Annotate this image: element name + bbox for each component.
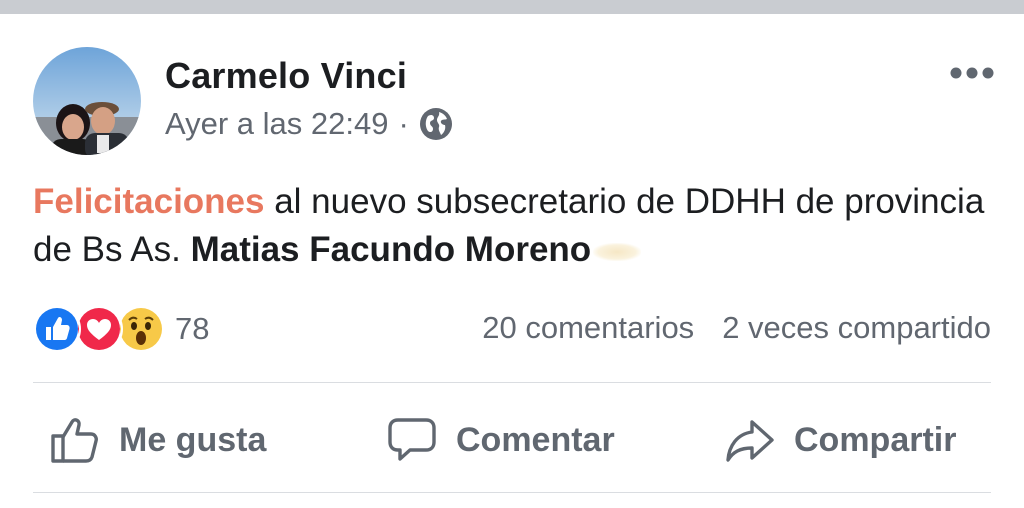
- wow-icon: [117, 305, 165, 353]
- post-stats: 78 20 comentarios 2 veces compartido: [33, 305, 993, 356]
- love-icon: [75, 305, 123, 353]
- divider-top: [33, 382, 991, 383]
- top-status-strip: [0, 0, 1024, 14]
- reactions-summary[interactable]: 78: [33, 305, 209, 353]
- shares-count[interactable]: 2 veces compartido: [722, 310, 991, 346]
- action-bar: Me gusta Comentar Compartir: [33, 410, 991, 470]
- meta-separator: ·: [398, 106, 409, 141]
- like-label: Me gusta: [119, 420, 267, 459]
- author-name[interactable]: Carmelo Vinci: [165, 55, 407, 97]
- share-button[interactable]: Compartir: [724, 410, 956, 470]
- like-icon: [33, 305, 81, 353]
- avatar[interactable]: [33, 47, 141, 155]
- more-options-icon[interactable]: [950, 66, 994, 80]
- comment-bubble-icon: [388, 418, 436, 461]
- thumbs-up-icon: [51, 418, 98, 463]
- mention-link[interactable]: Matias Facundo Moreno: [191, 230, 592, 269]
- reaction-count[interactable]: 78: [175, 311, 209, 347]
- divider-bottom: [33, 492, 991, 493]
- blurred-emoji: [593, 242, 642, 261]
- globe-icon: [419, 107, 453, 141]
- engagement-counts: 20 comentarios 2 veces compartido: [482, 310, 991, 346]
- post-text: Felicitaciones al nuevo subsecretario de…: [33, 178, 993, 274]
- share-arrow-icon: [726, 420, 774, 462]
- comment-button[interactable]: Comentar: [386, 410, 615, 470]
- post-meta: Ayer a las 22:49 ·: [165, 106, 453, 142]
- share-label: Compartir: [794, 420, 957, 459]
- comments-count[interactable]: 20 comentarios: [482, 310, 694, 346]
- comment-label: Comentar: [456, 420, 615, 459]
- timestamp[interactable]: Ayer a las 22:49: [165, 106, 388, 142]
- highlighted-word[interactable]: Felicitaciones: [33, 182, 264, 221]
- like-button[interactable]: Me gusta: [49, 410, 266, 470]
